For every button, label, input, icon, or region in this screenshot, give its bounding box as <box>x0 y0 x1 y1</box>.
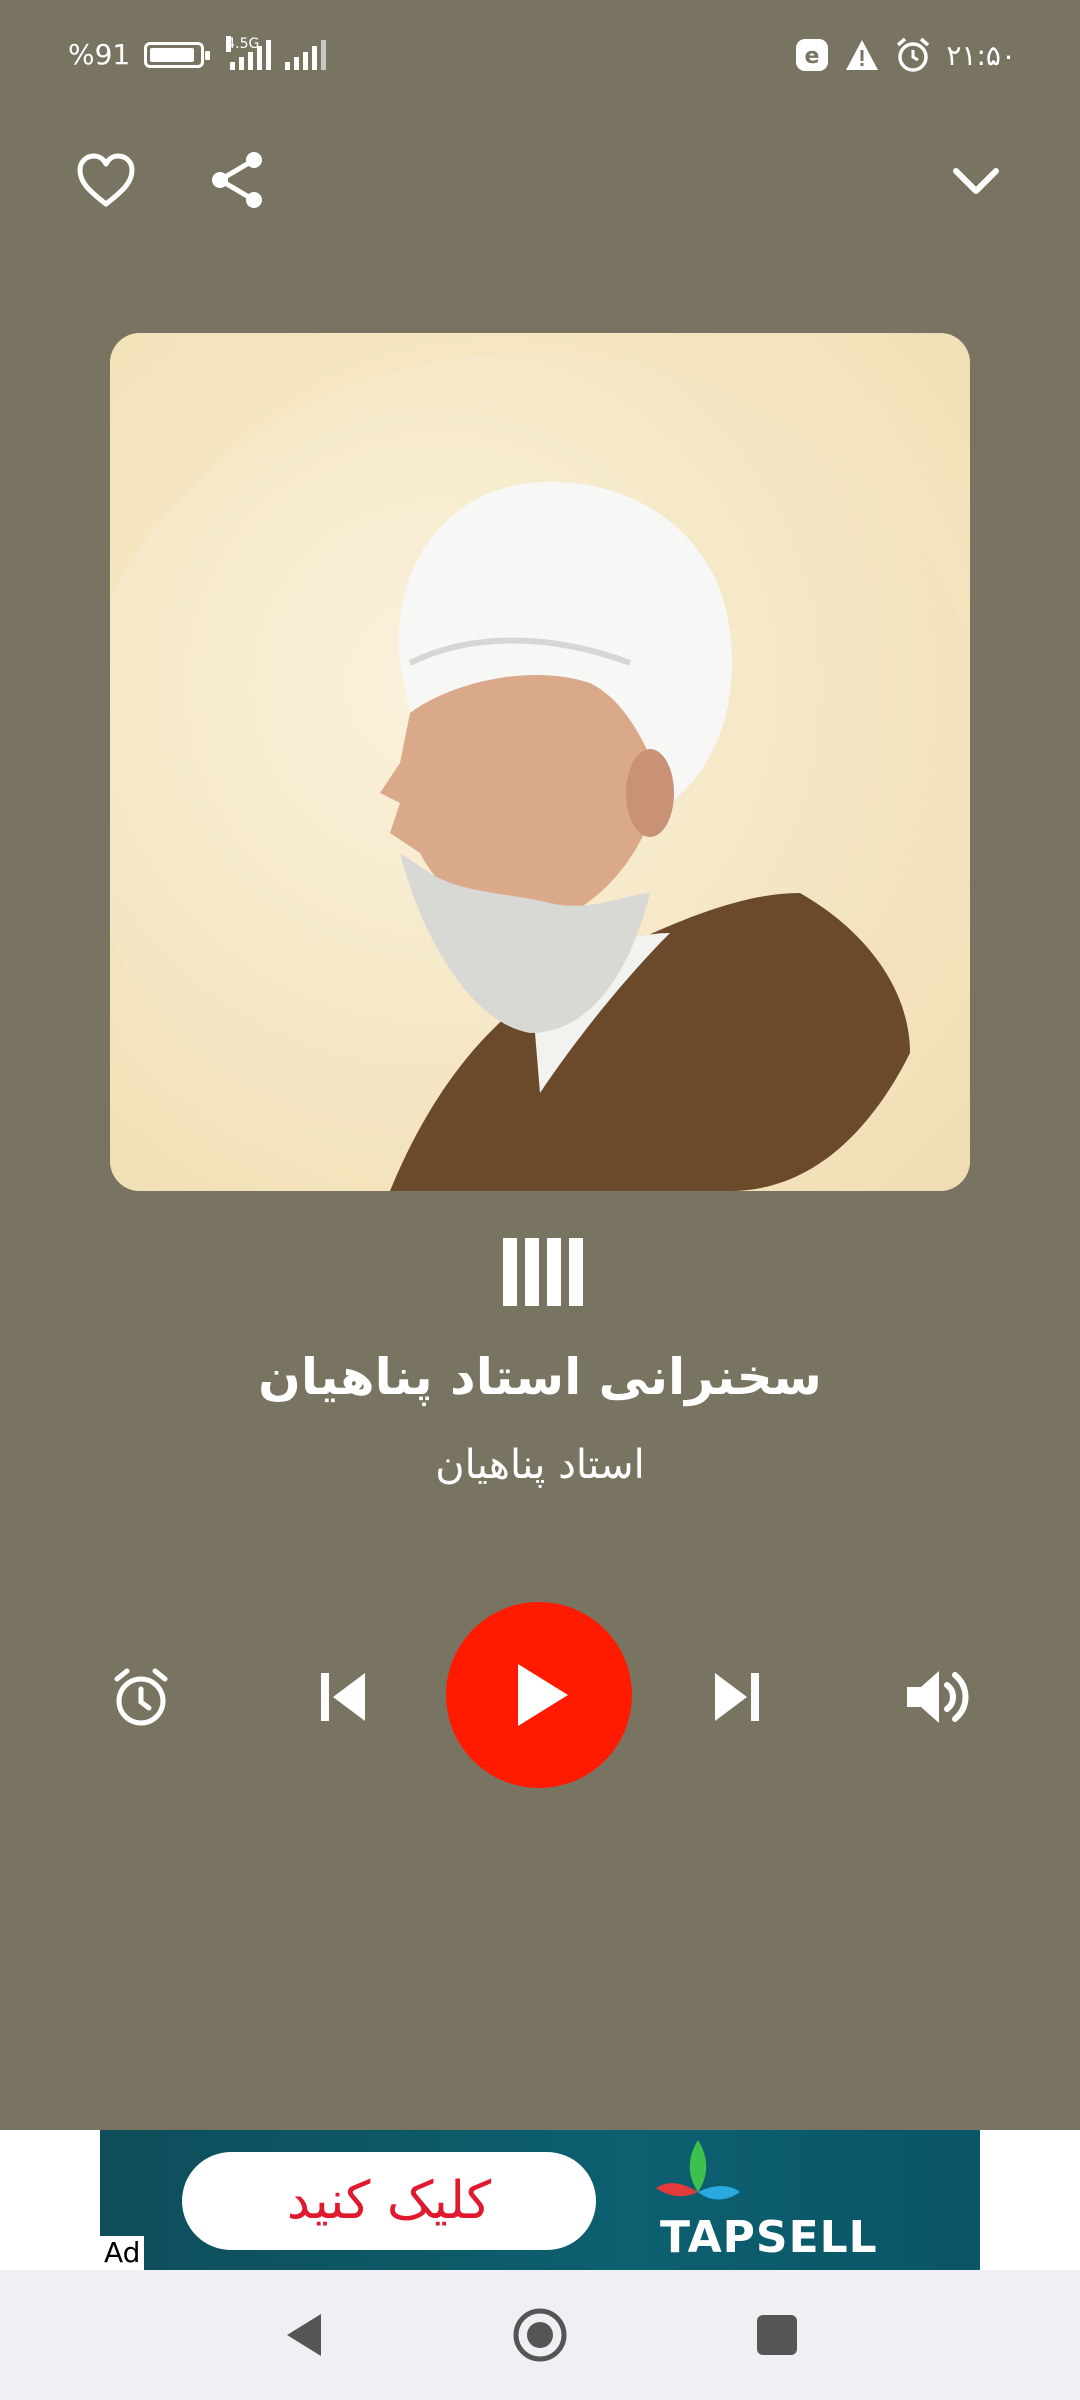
volume-button[interactable] <box>900 1660 978 1734</box>
ad-label: Ad <box>100 2236 145 2270</box>
status-left: %91 4.5G <box>68 35 327 71</box>
status-bar: %91 4.5G e ۲۱:۵۰ <box>0 0 1080 120</box>
system-navigation-bar <box>0 2270 1080 2400</box>
home-icon <box>513 2308 567 2362</box>
track-title: سخنرانی استاد پناهیان <box>258 1348 822 1406</box>
network-type: 4.5G <box>226 35 260 52</box>
next-icon <box>715 1673 759 1721</box>
clock: ۲۱:۵۰ <box>946 38 1016 72</box>
ad-margin-right <box>980 2130 1080 2270</box>
play-icon <box>518 1664 568 1726</box>
alarm-icon <box>114 1668 168 1726</box>
battery-icon <box>144 41 211 68</box>
battery-percent: %91 <box>68 38 131 71</box>
nav-back-button[interactable] <box>268 2300 338 2370</box>
volume-icon <box>907 1671 969 1723</box>
ad-brand: TAPSELL <box>660 2212 878 2263</box>
share-button[interactable] <box>206 148 270 212</box>
previous-icon <box>321 1673 365 1721</box>
ad-cta-button[interactable]: کلیک کنید <box>182 2152 596 2250</box>
speaker-portrait <box>380 481 910 1191</box>
warning-icon <box>846 40 879 70</box>
ad-margin-left <box>0 2130 100 2270</box>
back-icon <box>287 2314 321 2356</box>
ad-banner[interactable]: کلیک کنید TAPSELL <box>100 2130 980 2270</box>
previous-button[interactable] <box>308 1662 378 1732</box>
play-button[interactable] <box>446 1602 632 1788</box>
collapse-button[interactable] <box>944 148 1008 212</box>
next-button[interactable] <box>702 1662 772 1732</box>
nav-recents-button[interactable] <box>742 2300 812 2370</box>
nav-home-button[interactable] <box>505 2300 575 2370</box>
album-artwork <box>110 333 970 1191</box>
recents-icon <box>757 2315 797 2355</box>
favorite-button[interactable] <box>74 148 138 212</box>
track-artist: استاد پناهیان <box>435 1442 645 1488</box>
sleep-timer-button[interactable] <box>106 1662 176 1732</box>
heart-icon <box>77 153 135 207</box>
equalizer-icon <box>503 1238 583 1306</box>
signal-icon: 4.5G <box>226 35 272 70</box>
signal-icon-2 <box>285 39 327 70</box>
chevron-down-icon <box>953 168 999 194</box>
alarm-status-icon <box>897 37 930 72</box>
status-right: e ۲۱:۵۰ <box>794 36 1016 74</box>
app-notification-icon: e <box>796 39 829 71</box>
share-icon <box>212 152 262 208</box>
svg-text:e: e <box>805 44 820 69</box>
